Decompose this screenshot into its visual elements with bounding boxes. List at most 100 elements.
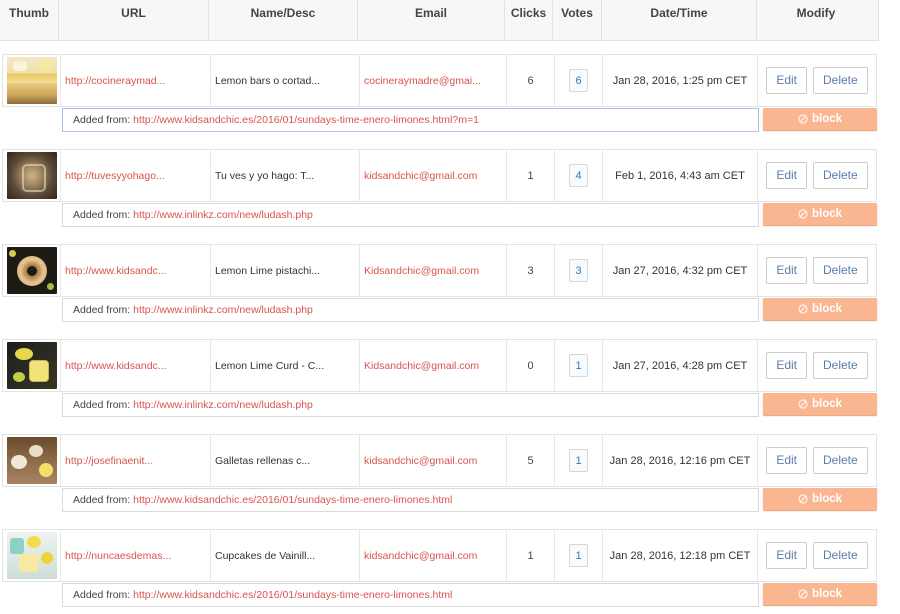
clicks-count: 3 xyxy=(527,264,534,277)
added-from-label: Added from: xyxy=(73,209,131,221)
added-from-label: Added from: xyxy=(73,494,131,506)
delete-button[interactable]: Delete xyxy=(813,352,868,379)
added-from-bar: Added from: http://www.kidsandchic.es/20… xyxy=(62,108,759,132)
clicks-count: 6 xyxy=(527,74,534,87)
edit-button[interactable]: Edit xyxy=(766,352,807,379)
clicks-count: 1 xyxy=(527,169,534,182)
block-button[interactable]: block xyxy=(763,488,877,510)
jar-photo[interactable] xyxy=(6,152,57,199)
clicks-cell: 5 xyxy=(507,435,555,486)
table-row: http://tuvesyyohago... Tu ves y yo hago:… xyxy=(0,149,880,231)
name-desc: Galletas rellenas c... xyxy=(215,454,311,467)
clicks-count: 5 xyxy=(527,454,534,467)
datetime-value: Jan 28, 2016, 12:16 pm CET xyxy=(609,454,751,467)
name-desc: Lemon Lime pistachi... xyxy=(215,264,321,277)
votes-count[interactable]: 1 xyxy=(569,449,588,472)
block-label: block xyxy=(811,303,843,315)
added-from-link[interactable]: http://www.inlinkz.com/new/ludash.php xyxy=(133,304,313,316)
column-header-email: Email xyxy=(358,0,505,40)
email-link[interactable]: Kidsandchic@gmail.com xyxy=(364,360,479,372)
added-from-bar: Added from: http://www.inlinkz.com/new/l… xyxy=(62,203,759,227)
ban-icon xyxy=(798,399,808,409)
block-button[interactable]: block xyxy=(763,203,877,225)
delete-button[interactable]: Delete xyxy=(813,162,868,189)
thumb-cell xyxy=(3,55,61,106)
added-from-link[interactable]: http://www.kidsandchic.es/2016/01/sunday… xyxy=(133,494,452,506)
added-from-link[interactable]: http://www.kidsandchic.es/2016/01/sunday… xyxy=(133,114,479,126)
votes-count[interactable]: 6 xyxy=(569,69,588,92)
edit-button[interactable]: Edit xyxy=(766,162,807,189)
name-desc: Lemon bars o cortad... xyxy=(215,74,321,87)
clicks-cell: 1 xyxy=(507,150,555,201)
block-button[interactable]: block xyxy=(763,108,877,130)
edit-button[interactable]: Edit xyxy=(766,257,807,284)
added-from-label: Added from: xyxy=(73,114,131,126)
block-button[interactable]: block xyxy=(763,298,877,320)
block-button[interactable]: block xyxy=(763,583,877,605)
cupcakes-photo[interactable] xyxy=(6,532,57,579)
votes-count[interactable]: 1 xyxy=(569,354,588,377)
modify-cell: Edit Delete xyxy=(758,435,876,486)
email-link[interactable]: Kidsandchic@gmail.com xyxy=(364,265,479,277)
url-cell: http://josefinaenit... xyxy=(61,435,211,486)
votes-cell: 3 xyxy=(555,245,603,296)
votes-count[interactable]: 3 xyxy=(569,259,588,282)
url-cell: http://tuvesyyohago... xyxy=(61,150,211,201)
delete-button[interactable]: Delete xyxy=(813,542,868,569)
votes-cell: 6 xyxy=(555,55,603,106)
email-link[interactable]: kidsandchic@gmail.com xyxy=(364,455,477,467)
added-from-bar: Added from: http://www.kidsandchic.es/20… xyxy=(62,583,759,607)
clicks-count: 1 xyxy=(527,549,534,562)
url-link[interactable]: http://josefinaenit... xyxy=(65,455,153,467)
added-from-link[interactable]: http://www.kidsandchic.es/2016/01/sunday… xyxy=(133,589,452,601)
datetime-value: Jan 27, 2016, 4:32 pm CET xyxy=(612,264,748,277)
lemon-bars-photo[interactable] xyxy=(6,57,57,104)
delete-button[interactable]: Delete xyxy=(813,447,868,474)
votes-cell: 1 xyxy=(555,530,603,581)
thumb-cell xyxy=(3,150,61,201)
edit-button[interactable]: Edit xyxy=(766,67,807,94)
url-cell: http://nuncaesdemas... xyxy=(61,530,211,581)
email-link[interactable]: cocineraymadre@gmai... xyxy=(364,75,481,87)
name-cell: Lemon Lime Curd - C... xyxy=(211,340,360,391)
url-link[interactable]: http://nuncaesdemas... xyxy=(65,550,171,562)
url-cell: http://cocineraymad... xyxy=(61,55,211,106)
clicks-cell: 1 xyxy=(507,530,555,581)
url-link[interactable]: http://cocineraymad... xyxy=(65,75,165,87)
votes-cell: 4 xyxy=(555,150,603,201)
edit-button[interactable]: Edit xyxy=(766,542,807,569)
delete-button[interactable]: Delete xyxy=(813,67,868,94)
datetime-cell: Jan 27, 2016, 4:28 pm CET xyxy=(603,340,758,391)
edit-button[interactable]: Edit xyxy=(766,447,807,474)
email-link[interactable]: kidsandchic@gmail.com xyxy=(364,170,477,182)
column-header-datetime: Date/Time xyxy=(602,0,757,40)
added-from-bar: Added from: http://www.inlinkz.com/new/l… xyxy=(62,393,759,417)
bundt-cake-photo[interactable] xyxy=(6,247,57,294)
votes-count[interactable]: 4 xyxy=(569,164,588,187)
modify-cell: Edit Delete xyxy=(758,340,876,391)
url-link[interactable]: http://tuvesyyohago... xyxy=(65,170,165,182)
added-from-link[interactable]: http://www.inlinkz.com/new/ludash.php xyxy=(133,209,313,221)
table-row: http://cocineraymad... Lemon bars o cort… xyxy=(0,54,880,136)
added-from-link[interactable]: http://www.inlinkz.com/new/ludash.php xyxy=(133,399,313,411)
ban-icon xyxy=(798,209,808,219)
clicks-count: 0 xyxy=(527,359,534,372)
links-admin-page: Thumb URL Name/Desc Email Clicks Votes D… xyxy=(0,0,900,614)
added-from-label: Added from: xyxy=(73,589,131,601)
block-button[interactable]: block xyxy=(763,393,877,415)
added-from-bar: Added from: http://www.inlinkz.com/new/l… xyxy=(62,298,759,322)
row-main: http://tuvesyyohago... Tu ves y yo hago:… xyxy=(2,149,877,202)
url-link[interactable]: http://www.kidsandc... xyxy=(65,265,167,277)
votes-cell: 1 xyxy=(555,435,603,486)
column-header-modify: Modify xyxy=(796,6,836,20)
block-label: block xyxy=(811,208,843,220)
datetime-value: Feb 1, 2016, 4:43 am CET xyxy=(615,169,745,182)
votes-count[interactable]: 1 xyxy=(569,544,588,567)
lemon-curd-photo[interactable] xyxy=(6,342,57,389)
datetime-cell: Feb 1, 2016, 4:43 am CET xyxy=(603,150,758,201)
delete-button[interactable]: Delete xyxy=(813,257,868,284)
datetime-value: Jan 28, 2016, 1:25 pm CET xyxy=(612,74,748,87)
url-link[interactable]: http://www.kidsandc... xyxy=(65,360,167,372)
cookies-photo[interactable] xyxy=(6,437,57,484)
email-link[interactable]: kidsandchic@gmail.com xyxy=(364,550,477,562)
